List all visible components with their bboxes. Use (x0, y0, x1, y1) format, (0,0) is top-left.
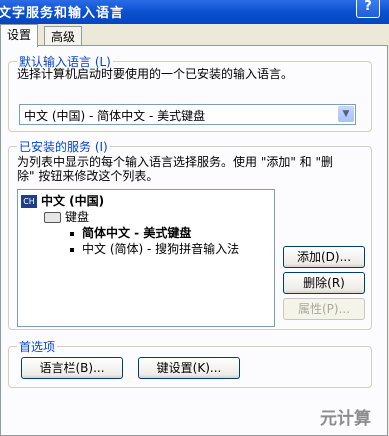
tree-category-label: 键盘 (65, 210, 90, 224)
default-language-value: 中文 (中国) - 简体中文 - 美式键盘 (24, 109, 206, 123)
installed-services-description-line2: 除" 按钮来修改这个列表。 (17, 169, 159, 183)
language-icon: CH (21, 195, 37, 208)
remove-button[interactable]: 删除(R) (283, 272, 365, 294)
add-button[interactable]: 添加(D)... (283, 246, 365, 268)
key-settings-button[interactable]: 键设置(K)... (138, 357, 240, 379)
tree-service-label: 简体中文 - 美式键盘 (82, 226, 192, 240)
tree-category-node[interactable]: 键盘 (44, 210, 89, 225)
help-button[interactable]: ? (356, 0, 380, 18)
tab-settings[interactable]: 设置 (0, 24, 39, 47)
tree-language-label: 中文 (中国) (41, 194, 105, 208)
bullet-icon (70, 231, 74, 236)
installed-services-group-title: 已安装的服务 (I) (17, 138, 110, 155)
default-language-select[interactable]: 中文 (中国) - 简体中文 - 美式键盘 ▼ (19, 104, 356, 125)
installed-services-tree[interactable]: CH 中文 (中国) 键盘 简体中文 - 美式键盘 中文 (简体) - 搜狗拼音输… (17, 189, 275, 327)
title-bar: 文字服务和输入语言 ? (0, 0, 389, 24)
keyboard-icon (44, 212, 61, 223)
properties-button[interactable]: 属性(P)... (283, 298, 365, 320)
tree-service-label: 中文 (简体) - 搜狗拼音输入法 (82, 242, 240, 256)
preferences-group-title: 首选项 (17, 338, 58, 355)
bullet-icon (70, 247, 74, 252)
default-language-description: 选择计算机启动时要使用的一个已安装的输入语言。 (17, 67, 294, 81)
window-title: 文字服务和输入语言 (0, 6, 125, 21)
tab-advanced[interactable]: 高级 (44, 26, 83, 47)
tree-service-item[interactable]: 中文 (简体) - 搜狗拼音输入法 (70, 242, 239, 257)
tree-service-item[interactable]: 简体中文 - 美式键盘 (70, 226, 191, 241)
language-bar-button[interactable]: 语言栏(B)... (21, 357, 123, 379)
installed-services-description-line1: 为列表中显示的每个输入语言选择服务。使用 "添加" 和 "删 (17, 155, 334, 169)
watermark: 元计算 (320, 409, 371, 429)
dropdown-arrow-icon[interactable]: ▼ (338, 106, 354, 122)
tree-language-node[interactable]: CH 中文 (中国) (21, 194, 104, 209)
